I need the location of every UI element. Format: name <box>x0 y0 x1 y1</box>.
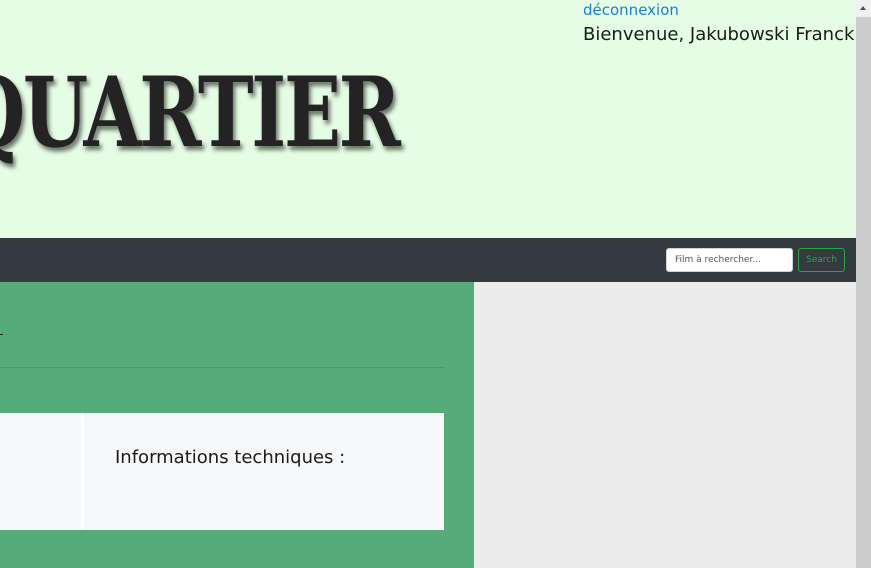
chevron-up-icon <box>860 6 866 10</box>
search-button[interactable]: Search <box>798 248 845 272</box>
film-poster-area <box>0 413 84 530</box>
vertical-scrollbar[interactable] <box>856 0 871 568</box>
tech-info-section: Informations techniques : <box>84 413 444 530</box>
page-title-fragment <box>0 334 3 335</box>
tech-info-heading: Informations techniques : <box>115 447 346 468</box>
site-header: QUARTIER déconnexion Bienvenue, Jakubows… <box>0 0 856 238</box>
main-content: Informations techniques : <box>0 282 474 568</box>
divider <box>0 367 444 368</box>
site-logo: QUARTIER <box>0 56 401 169</box>
scroll-up-button[interactable] <box>856 0 871 17</box>
sidebar-panel <box>474 282 856 568</box>
welcome-message: Bienvenue, Jakubowski Franck <box>583 24 855 45</box>
navbar: Search <box>0 238 856 282</box>
logout-link[interactable]: déconnexion <box>583 1 679 19</box>
film-details-card: Informations techniques : <box>0 413 444 530</box>
search-input[interactable] <box>666 248 793 272</box>
